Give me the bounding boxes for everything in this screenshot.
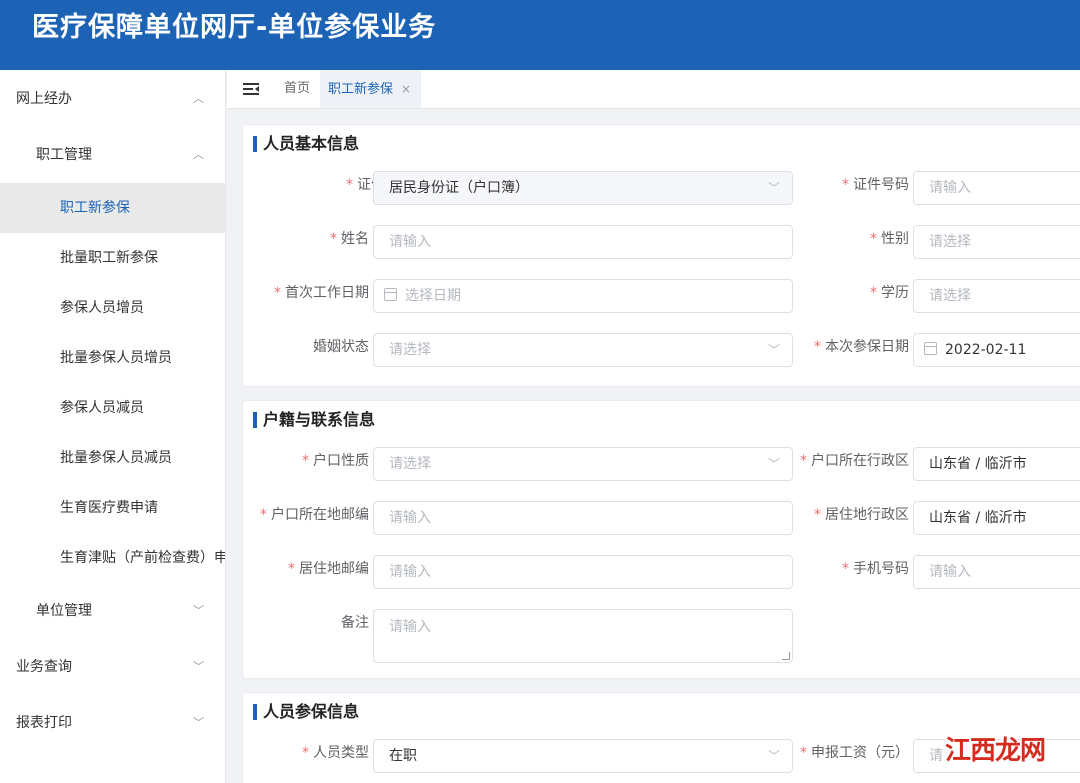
insure-date-picker[interactable]: 2022-02-11 (913, 333, 1080, 367)
calendar-icon (384, 288, 397, 301)
tab-new-employee-insurance[interactable]: 职工新参保 × (320, 70, 422, 108)
app-title: 医疗保障单位网厅-单位参保业务 (32, 12, 437, 43)
sidebar-item-label: 批量参保人员增员 (60, 350, 172, 366)
sidebar-item-label: 职工管理 (36, 147, 92, 163)
sidebar-item-label: 参保人员减员 (60, 400, 144, 416)
hukou-region-label: * 户口所在行政区 (800, 453, 909, 469)
hukou-type-label: * 户口性质 (302, 453, 369, 469)
chevron-down-icon: ﹀ (193, 604, 204, 617)
person-type-label: * 人员类型 (302, 745, 369, 761)
id-number-label: * 证件号码 (842, 177, 909, 193)
sidebar-item-label: 生育津贴（产前检查费）申 (60, 550, 226, 566)
hukou-zip-input[interactable]: 请输入 (373, 501, 793, 535)
sidebar-item-add-insured[interactable]: 参保人员增员 (0, 283, 225, 333)
close-icon[interactable]: × (401, 82, 411, 96)
section-title: 人员基本信息 (253, 133, 359, 155)
name-input[interactable]: 请输入 (373, 225, 793, 259)
gender-select[interactable]: 请选择 (913, 225, 1080, 259)
id-number-input[interactable]: 请输入 (913, 171, 1080, 205)
marital-status-label: 婚姻状态 (313, 339, 369, 355)
sidebar-item-label: 业务查询 (16, 659, 72, 675)
insure-date-label: * 本次参保日期 (814, 339, 909, 355)
marital-status-select[interactable]: 请选择 ﹀ (373, 333, 793, 367)
sidebar-item-label: 网上经办 (16, 91, 72, 107)
chevron-down-icon: ﹀ (193, 716, 204, 729)
sidebar-item-label: 批量职工新参保 (60, 250, 158, 266)
tab-home[interactable]: 首页 (284, 70, 310, 108)
watermark-logo: 江西龙网 (945, 736, 1046, 766)
declared-wage-label: * 申报工资（元） (800, 745, 909, 761)
sidebar-item-label: 生育医疗费申请 (60, 500, 158, 516)
residence-zip-label: * 居住地邮编 (288, 561, 369, 577)
sidebar-item-label: 单位管理 (36, 603, 92, 619)
sidebar-item-maternity-medical[interactable]: 生育医疗费申请 (0, 483, 225, 533)
chevron-up-icon: ︿ (193, 148, 204, 161)
person-type-select[interactable]: 在职 ﹀ (373, 739, 793, 773)
gender-label: * 性别 (870, 231, 909, 247)
sidebar-item-batch-add-insured[interactable]: 批量参保人员增员 (0, 333, 225, 383)
section-basic-info: 人员基本信息 *证件类型 居民身份证（户口簿）﹀ *证件号码 请输入 *姓名 请… (242, 124, 1080, 387)
tab-label: 职工新参保 (328, 82, 394, 97)
calendar-icon (924, 342, 937, 355)
residence-zip-input[interactable]: 请输入 (373, 555, 793, 589)
tab-bar: 首页 职工新参保 × (227, 70, 1080, 109)
sidebar-item-maternity-allowance[interactable]: 生育津贴（产前检查费）申 (0, 533, 226, 583)
residence-region-label: * 居住地行政区 (814, 507, 909, 523)
section-title: 户籍与联系信息 (253, 409, 375, 431)
sidebar-item-new-employee-insurance[interactable]: 职工新参保 (0, 183, 225, 233)
sidebar-item-online-service[interactable]: 网上经办 ︿ (0, 74, 225, 124)
sidebar-item-batch-new-employee[interactable]: 批量职工新参保 (0, 233, 225, 283)
sidebar-item-label: 报表打印 (16, 715, 72, 731)
sidebar-item-business-query[interactable]: 业务查询 ﹀ (0, 642, 225, 692)
menu-collapse-icon[interactable] (242, 80, 260, 98)
education-label: * 学历 (870, 285, 909, 301)
sidebar-item-label: 职工新参保 (60, 200, 130, 216)
section-title: 人员参保信息 (253, 701, 359, 723)
hukou-zip-label: * 户口所在地邮编 (260, 507, 369, 523)
sidebar-item-label: 批量参保人员减员 (60, 450, 172, 466)
mobile-label: * 手机号码 (842, 561, 909, 577)
remark-label: 备注 (341, 615, 369, 631)
chevron-down-icon: ﹀ (193, 660, 204, 673)
chevron-up-icon: ︿ (193, 92, 204, 105)
sidebar-item-report-print[interactable]: 报表打印 ﹀ (0, 698, 225, 748)
sidebar-item-label: 参保人员增员 (60, 300, 144, 316)
sidebar-item-batch-remove-insured[interactable]: 批量参保人员减员 (0, 433, 225, 483)
residence-region-cascader[interactable]: 山东省 / 临沂市 (913, 501, 1080, 535)
first-work-date-label: * 首次工作日期 (274, 285, 369, 301)
hukou-type-select[interactable]: 请选择 ﹀ (373, 447, 793, 481)
name-label: * 姓名 (330, 231, 369, 247)
education-select[interactable]: 请选择 (913, 279, 1080, 313)
section-household-contact: 户籍与联系信息 * 户口性质 请选择 ﹀ * 户口所在行政区 山东省 / 临沂市 * 户… (242, 400, 1080, 679)
resize-handle-icon[interactable] (782, 652, 790, 660)
first-work-date-picker[interactable]: 选择日期 (373, 279, 793, 313)
sidebar-item-unit-management[interactable]: 单位管理 ﹀ (0, 586, 225, 636)
sidebar: 网上经办 ︿ 职工管理 ︿ 职工新参保 批量职工新参保 参保人员增员 批量参保人… (0, 70, 226, 783)
hukou-region-cascader[interactable]: 山东省 / 临沂市 (913, 447, 1080, 481)
mobile-input[interactable]: 请输入 (913, 555, 1080, 589)
sidebar-item-employee-management[interactable]: 职工管理 ︿ (0, 130, 225, 180)
id-type-select[interactable]: 居民身份证（户口簿） ﹀ (373, 171, 793, 205)
app-header: 医疗保障单位网厅-单位参保业务 (0, 0, 1080, 70)
sidebar-item-remove-insured[interactable]: 参保人员减员 (0, 383, 225, 433)
remark-textarea[interactable]: 请输入 (373, 609, 793, 663)
